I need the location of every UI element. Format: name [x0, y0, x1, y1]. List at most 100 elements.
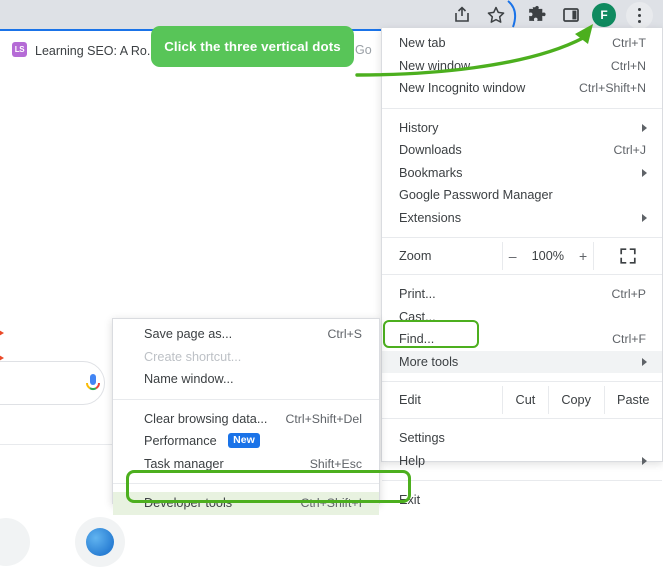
- menu-item-downloads[interactable]: Downloads Ctrl+J: [382, 139, 662, 162]
- submenu-item-performance[interactable]: Performance New: [113, 430, 379, 453]
- menu-item-new-incognito-window[interactable]: New Incognito window Ctrl+Shift+N: [382, 77, 662, 100]
- tab-search-arc-icon: [507, 0, 517, 28]
- menu-item-accel: Ctrl+F: [612, 332, 646, 346]
- menu-item-label: Extensions: [399, 210, 462, 225]
- side-panel-icon[interactable]: [560, 4, 582, 26]
- menu-row-zoom: Zoom – 100% +: [382, 242, 662, 270]
- menu-item-label: Exit: [399, 493, 421, 507]
- shortcut-tile[interactable]: [0, 518, 30, 566]
- zoom-in-button[interactable]: +: [579, 248, 587, 264]
- submenu-item-task-manager[interactable]: Task manager Shift+Esc: [113, 453, 379, 476]
- submenu-item-accel: Ctrl+Shift+I: [300, 496, 362, 510]
- avatar[interactable]: F: [592, 3, 616, 27]
- submenu-item-accel: Shift+Esc: [309, 456, 362, 471]
- menu-group-tools: Print... Ctrl+P Cast... Find... Ctrl+F M…: [382, 279, 662, 377]
- shortcut-logo-icon: [86, 528, 114, 556]
- menu-item-accel: Ctrl+Shift+N: [579, 81, 646, 95]
- menu-item-label: Google Password Manager: [399, 188, 553, 202]
- microphone-icon[interactable]: [84, 373, 102, 395]
- obscured-page-text: Go: [355, 43, 372, 57]
- menu-item-label: Bookmarks: [399, 165, 463, 180]
- menu-item-settings[interactable]: Settings: [382, 427, 662, 450]
- menu-item-label: History: [399, 120, 439, 135]
- more-tools-submenu[interactable]: Save page as... Ctrl+S Create shortcut..…: [112, 318, 380, 515]
- menu-group-library: History Downloads Ctrl+J Bookmarks Googl…: [382, 113, 662, 234]
- chrome-main-menu[interactable]: New tab Ctrl+T New window Ctrl+N New Inc…: [381, 28, 663, 507]
- zoom-label: Zoom: [399, 249, 432, 263]
- paste-button[interactable]: Paste: [603, 386, 663, 414]
- submenu-item-label: Task manager: [144, 456, 224, 471]
- zoom-out-button[interactable]: –: [509, 248, 517, 264]
- submenu-item-label: Performance: [144, 434, 217, 448]
- tab-favicon: LS: [12, 42, 27, 57]
- extensions-puzzle-icon[interactable]: [526, 4, 548, 26]
- instruction-callout: Click the three vertical dots: [151, 26, 354, 67]
- submenu-item-label: Create shortcut...: [144, 349, 242, 364]
- submenu-item-label: Save page as...: [144, 327, 233, 341]
- menu-separator: [382, 418, 662, 419]
- submenu-item-save-page-as[interactable]: Save page as... Ctrl+S: [113, 323, 379, 346]
- menu-item-new-tab[interactable]: New tab Ctrl+T: [382, 32, 662, 55]
- menu-item-find[interactable]: Find... Ctrl+F: [382, 328, 662, 351]
- edit-label: Edit: [399, 393, 421, 407]
- red-pointer-icon: [0, 330, 4, 336]
- zoom-controls: – 100% +: [502, 242, 593, 270]
- submenu-group-devtools: Developer tools Ctrl+Shift+I: [113, 488, 379, 519]
- menu-group-settings: Settings Help: [382, 423, 662, 476]
- menu-item-new-window[interactable]: New window Ctrl+N: [382, 55, 662, 78]
- submenu-item-label: Clear browsing data...: [144, 411, 268, 426]
- menu-item-accel: Ctrl+J: [613, 143, 646, 157]
- menu-item-label: New Incognito window: [399, 81, 526, 95]
- menu-item-label: Help: [399, 453, 426, 468]
- menu-item-bookmarks[interactable]: Bookmarks: [382, 162, 662, 185]
- menu-item-label: New window: [399, 58, 471, 73]
- submenu-item-label: Name window...: [144, 372, 234, 386]
- menu-item-print[interactable]: Print... Ctrl+P: [382, 283, 662, 306]
- chevron-right-icon: [642, 457, 647, 465]
- menu-item-label: Find...: [399, 332, 435, 346]
- chevron-right-icon: [642, 124, 647, 132]
- menu-item-exit[interactable]: Exit: [382, 489, 662, 512]
- menu-separator: [382, 274, 662, 275]
- menu-item-google-password-manager[interactable]: Google Password Manager: [382, 184, 662, 207]
- menu-separator: [382, 237, 662, 238]
- submenu-separator: [113, 483, 379, 484]
- copy-button[interactable]: Copy: [547, 386, 604, 414]
- menu-item-label: Print...: [399, 287, 436, 301]
- menu-group-new: New tab Ctrl+T New window Ctrl+N New Inc…: [382, 28, 662, 104]
- submenu-item-clear-browsing-data[interactable]: Clear browsing data... Ctrl+Shift+Del: [113, 408, 379, 431]
- zoom-value: 100%: [531, 249, 565, 263]
- menu-item-cast[interactable]: Cast...: [382, 306, 662, 329]
- cut-button[interactable]: Cut: [502, 386, 548, 414]
- submenu-item-accel: Ctrl+Shift+Del: [285, 411, 362, 426]
- submenu-item-name-window[interactable]: Name window...: [113, 368, 379, 391]
- submenu-item-accel: Ctrl+S: [327, 327, 362, 341]
- menu-item-label: Settings: [399, 431, 445, 445]
- menu-item-history[interactable]: History: [382, 117, 662, 140]
- menu-item-help[interactable]: Help: [382, 450, 662, 473]
- menu-row-edit: Edit Cut Copy Paste: [382, 386, 662, 414]
- submenu-group-save: Save page as... Ctrl+S Create shortcut..…: [113, 319, 379, 395]
- menu-separator: [382, 107, 662, 109]
- chevron-right-icon: [642, 358, 647, 366]
- chevron-right-icon: [642, 214, 647, 222]
- share-icon[interactable]: [451, 4, 473, 26]
- browser-window: LS Learning SEO: A Ro... Go F New tab Ct…: [0, 0, 663, 567]
- menu-separator: [382, 480, 662, 481]
- menu-item-label: Cast...: [399, 309, 436, 324]
- menu-item-accel: Ctrl+P: [611, 287, 646, 301]
- submenu-group-tools: Clear browsing data... Ctrl+Shift+Del Pe…: [113, 404, 379, 480]
- fullscreen-button[interactable]: [593, 242, 662, 270]
- new-badge: New: [228, 433, 260, 448]
- three-dot-menu-icon[interactable]: [626, 2, 653, 29]
- submenu-separator: [113, 398, 379, 400]
- menu-item-more-tools[interactable]: More tools: [382, 350, 662, 373]
- submenu-item-developer-tools[interactable]: Developer tools Ctrl+Shift+I: [113, 492, 379, 515]
- menu-item-label: More tools: [399, 354, 459, 369]
- menu-item-accel: Ctrl+N: [610, 58, 646, 73]
- menu-item-label: Downloads: [399, 143, 462, 157]
- menu-item-extensions[interactable]: Extensions: [382, 207, 662, 230]
- menu-item-label: New tab: [399, 36, 446, 50]
- menu-group-exit: Exit: [382, 485, 662, 516]
- submenu-item-label: Developer tools: [144, 496, 233, 510]
